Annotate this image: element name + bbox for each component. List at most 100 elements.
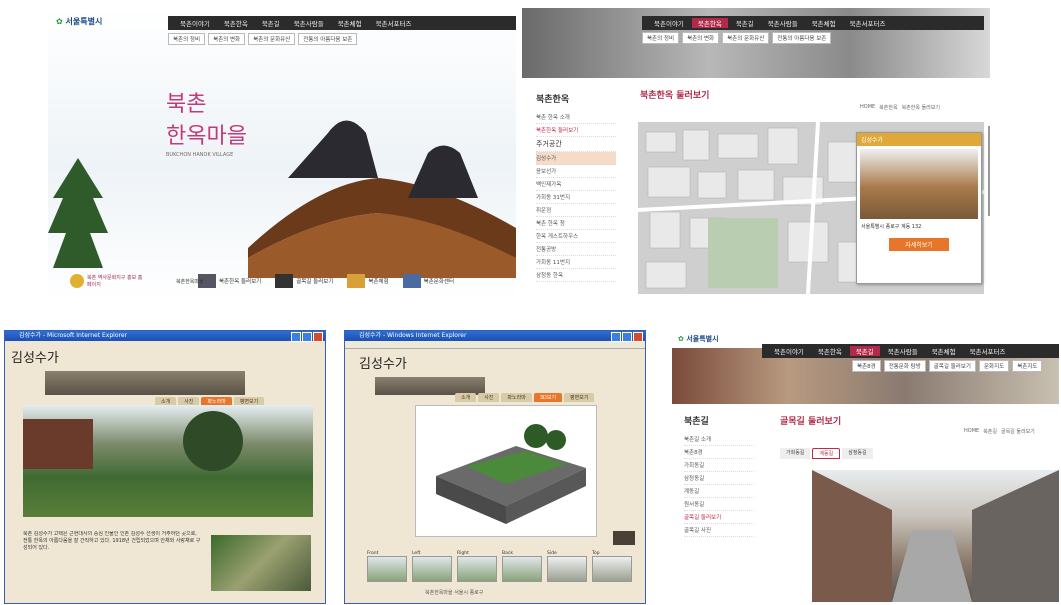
description-text: 북촌 김성수가 고택은 근현대사의 중심 인물인 인촌 김성수 선생이 거주하던…	[23, 531, 201, 551]
quick-link-culture-center[interactable]: 북촌문화센터	[402, 274, 454, 288]
nav-item[interactable]: 북촌사람들	[288, 18, 330, 28]
subnav-item[interactable]: 북촌의 문화유산	[248, 33, 296, 45]
quick-link-alley-tour[interactable]: 골목길 둘러보기	[275, 274, 333, 288]
nav-item[interactable]: 북촌체험	[806, 18, 842, 28]
view-thumbnail[interactable]: Back	[502, 551, 542, 582]
view-thumbnail[interactable]: Front	[367, 551, 407, 582]
sidebar-item[interactable]: 전통공방	[536, 243, 616, 256]
model-3d-viewer[interactable]	[415, 405, 597, 537]
sidebar-item[interactable]: 삼청동 한옥	[536, 269, 616, 282]
tab-intro[interactable]: 소개	[455, 393, 477, 402]
sidebar-item[interactable]: 북촌한옥 둘러보기	[536, 124, 616, 137]
main-nav: 북촌이야기 북촌한옥 북촌길 북촌사람들 북촌체험 북촌서포터즈	[762, 344, 1059, 358]
sidebar-item[interactable]: 계동길	[684, 485, 754, 498]
sidebar-item[interactable]: 가회동길	[684, 459, 754, 472]
nav-item[interactable]: 북촌한옥	[812, 346, 848, 356]
sidebar-item-active[interactable]: 골목길 둘러보기	[684, 511, 754, 524]
view-thumbnail[interactable]: Right	[457, 551, 497, 582]
subnav-item[interactable]: 북촌의 정비	[168, 33, 206, 45]
alley-perspective	[812, 470, 1059, 602]
subnav-item[interactable]: 북촌8경	[852, 360, 881, 372]
subnav-item[interactable]: 북촌의 정비	[642, 32, 680, 44]
subnav-item[interactable]: 북촌의 변화	[208, 33, 246, 45]
address-bar[interactable]	[345, 341, 645, 349]
nav-item[interactable]: 북촌서포터즈	[964, 346, 1012, 356]
nav-item[interactable]: 북촌길	[256, 18, 286, 28]
nav-item[interactable]: 북촌체험	[926, 346, 962, 356]
nav-item[interactable]: 북촌이야기	[648, 18, 690, 28]
seoul-logo[interactable]: ✿ 서울특별시	[678, 334, 719, 344]
page-title: 김성수가	[11, 351, 59, 366]
popup-address: 서울특별시 종로구 계동 132	[861, 224, 922, 230]
nav-item[interactable]: 북촌사람들	[882, 346, 924, 356]
sidebar-item[interactable]: 삼청동길	[684, 472, 754, 485]
minimize-button[interactable]	[291, 332, 301, 342]
nav-item[interactable]: 북촌사람들	[762, 18, 804, 28]
sidebar-item[interactable]: 원서동길	[684, 498, 754, 511]
sidebar-item-active[interactable]: 김성수가	[536, 152, 616, 165]
subnav-item[interactable]: 북촌의 문화유산	[722, 32, 770, 44]
tree-illustration	[48, 158, 108, 268]
nav-item[interactable]: 북촌이야기	[768, 346, 810, 356]
experience-icon	[347, 274, 366, 288]
nav-item-active[interactable]: 북촌길	[849, 346, 880, 356]
subnav-item[interactable]: 북촌의 변화	[682, 32, 720, 44]
alley-street-photo[interactable]	[812, 470, 1059, 602]
sidebar-item[interactable]: 한옥 게스트하우스	[536, 230, 616, 243]
nav-item-active[interactable]: 북촌한옥	[691, 18, 728, 28]
quick-link-experience[interactable]: 북촌체험	[347, 274, 389, 288]
subnav-item[interactable]: 북촌지도	[1012, 360, 1043, 372]
sidebar-item[interactable]: 윤보선가	[536, 165, 616, 178]
quick-link-hanok-tour[interactable]: 북촌한옥 둘러보기	[198, 274, 261, 288]
nav-item[interactable]: 북촌서포터즈	[844, 18, 892, 28]
minimize-button[interactable]	[611, 332, 621, 342]
tab-samcheong-dong[interactable]: 삼청동길	[842, 448, 873, 459]
view-thumbnail[interactable]: Left	[412, 551, 452, 582]
subnav-item[interactable]: 전통의 아름다움 보존	[298, 33, 358, 45]
sub-nav: 북촌8경 전통문화 탐방 골목길 둘러보기 문화지도 북촌지도	[852, 360, 1043, 372]
map-zoom-slider[interactable]	[988, 126, 990, 216]
pine-tree-photo	[183, 411, 243, 471]
nav-item[interactable]: 북촌이야기	[174, 18, 216, 28]
tab-gye-dong[interactable]: 계동길	[812, 448, 841, 459]
subnav-item[interactable]: 문화지도	[978, 360, 1010, 372]
sidebar-item[interactable]: 북촌 한옥 청	[536, 217, 616, 230]
sidebar: 북촌한옥 북촌 한옥 소개 북촌한옥 둘러보기 주거공간 김성수가 윤보선가 백…	[536, 92, 616, 282]
close-button[interactable]	[633, 332, 643, 342]
maximize-button[interactable]	[622, 332, 632, 342]
sidebar-item[interactable]: 주거공간	[536, 137, 616, 152]
garden-photo[interactable]	[23, 405, 313, 517]
tab-row: 소개 사진 파노라마 3D보기 평면보기	[455, 393, 595, 402]
tab-gahoe-dong[interactable]: 가회동길	[780, 448, 811, 459]
bottom-left-banner[interactable]: 북촌 역사문화지구 홍보 홈페이지	[70, 274, 143, 288]
view-thumbnail[interactable]: Top	[592, 551, 632, 582]
subnav-item[interactable]: 전통문화 탐방	[883, 360, 926, 372]
subnav-item[interactable]: 전통의 아름다움 보존	[772, 32, 832, 44]
nav-item[interactable]: 북촌한옥	[218, 18, 254, 28]
maximize-button[interactable]	[302, 332, 312, 342]
close-button[interactable]	[313, 332, 323, 342]
sidebar-item[interactable]: 취운정	[536, 204, 616, 217]
panel-kim-house-photo-window: 김성수가 - Microsoft Internet Explorer 김성수가 …	[4, 330, 326, 604]
sidebar-item[interactable]: 북촌길 소개	[684, 433, 754, 446]
nav-item[interactable]: 북촌길	[730, 18, 760, 28]
tab-panorama[interactable]: 파노라마	[501, 393, 532, 402]
aerial-3d-thumbnail[interactable]	[211, 535, 311, 591]
view-thumbnail[interactable]: Side	[547, 551, 587, 582]
subnav-item[interactable]: 골목길 둘러보기	[928, 360, 976, 372]
seoul-logo[interactable]: ✿ 서울특별시	[56, 16, 102, 27]
view-thumbnail-row: Front Left Right Back Side Top	[367, 551, 632, 582]
tab-floorplan[interactable]: 평면보기	[564, 393, 595, 402]
nav-item[interactable]: 북촌체험	[332, 18, 368, 28]
tab-photo[interactable]: 사진	[478, 393, 500, 402]
sidebar-item[interactable]: 북촌 한옥 소개	[536, 111, 616, 124]
sidebar-item[interactable]: 가회동 11번지	[536, 256, 616, 269]
sidebar-item[interactable]: 골목길 사진	[684, 524, 754, 537]
tab-3d[interactable]: 3D보기	[533, 393, 563, 402]
nav-item[interactable]: 북촌서포터즈	[370, 18, 418, 28]
sidebar-item[interactable]: 백인제가옥	[536, 178, 616, 191]
lock-icon	[70, 274, 84, 288]
popup-detail-button[interactable]: 자세히보기	[889, 238, 949, 251]
sidebar-item[interactable]: 북촌8경	[684, 446, 754, 459]
sidebar-item[interactable]: 가회동 31번지	[536, 191, 616, 204]
